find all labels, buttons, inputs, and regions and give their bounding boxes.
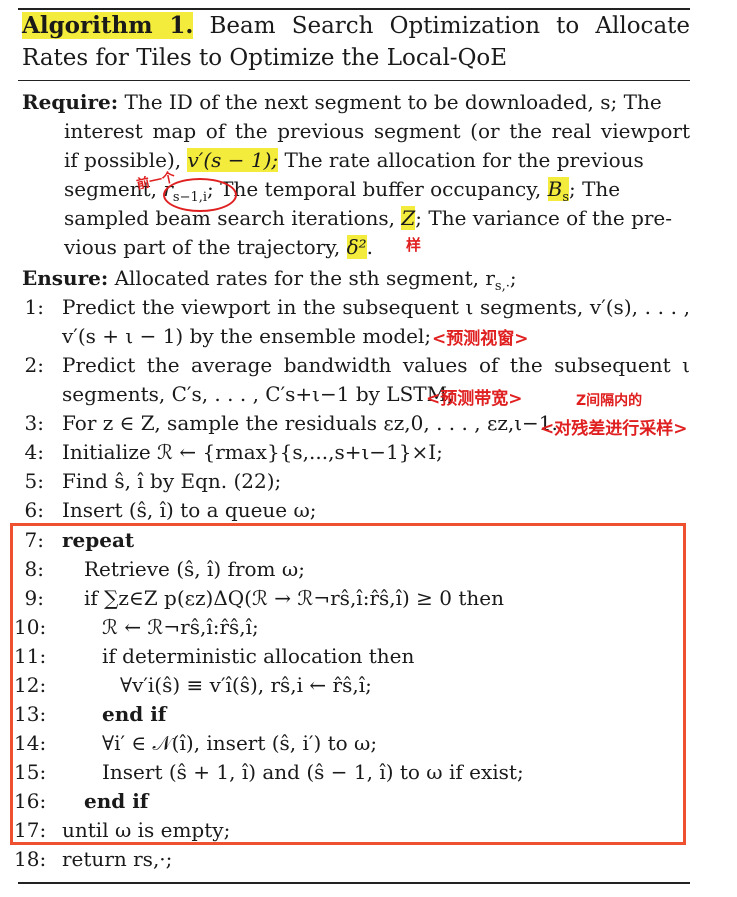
- step-5-text: Find ŝ, î by Eqn. (22);: [62, 469, 282, 493]
- bottom-rule: [18, 882, 690, 884]
- buffer-highlight: Bs: [547, 177, 569, 205]
- require-line-3c: The rate allocation for the previous: [284, 148, 644, 172]
- step-18-text: return rs,·;: [62, 847, 173, 871]
- step-number: 5:: [24, 469, 44, 493]
- step-4-text: Initialize ℛ ← {rmax}{s,...,s+ι−1}×I;: [62, 440, 443, 464]
- step-2-text: Predict the average bandwidth values of …: [62, 353, 690, 377]
- step-6-text: Insert (ŝ, î) to a queue ω;: [62, 498, 317, 522]
- require-line-1: The ID of the next segment to be downloa…: [124, 90, 662, 114]
- require-line-5c: ; The variance of the pre-: [415, 206, 673, 230]
- viewport-highlight: v′(s − 1);: [187, 148, 279, 172]
- require-line-4e: ; The: [568, 177, 621, 201]
- require-line-5a: sampled beam search iterations,: [64, 206, 395, 230]
- annotation-sample-note: 样: [406, 236, 422, 254]
- ensure-end: ;: [509, 266, 517, 290]
- annotation-predict-viewport: <预测视窗>: [432, 329, 529, 349]
- variance-highlight: δ²: [346, 235, 367, 259]
- loop-highlight-box: [10, 523, 686, 845]
- step-1-text: Predict the viewport in the subsequent ι…: [62, 295, 690, 319]
- require-line-6a: vious part of the trajectory,: [64, 235, 341, 259]
- algorithm-label: Algorithm 1.: [22, 12, 194, 39]
- step-number: 4:: [24, 440, 44, 464]
- step-3-text: For z ∈ Z, sample the residuals εz,0, . …: [62, 411, 558, 435]
- step-number: 18:: [14, 847, 47, 871]
- title-rule: [18, 80, 690, 81]
- step-number: 1:: [24, 295, 44, 319]
- algorithm-title: Algorithm 1. Beam Search Optimization to…: [22, 10, 690, 74]
- step-number: 6:: [24, 498, 44, 522]
- ensure-sub: s,·: [494, 279, 510, 294]
- step-number: 3:: [24, 411, 44, 435]
- step-1-cont: v′(s + ι − 1) by the ensemble model;: [62, 324, 432, 348]
- require-line-6c: .: [366, 235, 374, 259]
- annotation-interval: Z间隔内的: [576, 393, 643, 409]
- annotation-predict-bandwidth: <预测带宽>: [426, 389, 523, 409]
- annotation-sample-residual: <对残差进行采样>: [540, 419, 688, 439]
- ensure-keyword: Ensure:: [22, 266, 109, 290]
- step-2-cont: segments, C′s, . . . , C′s+ι−1 by LSTM;: [62, 382, 454, 406]
- require-keyword: Require:: [22, 90, 119, 114]
- iterations-highlight: Z: [401, 206, 416, 230]
- ensure-text: Allocated rates for the sth segment, r: [114, 266, 495, 290]
- step-number: 2:: [24, 353, 44, 377]
- require-line-4c: ; The temporal buffer occupancy,: [207, 177, 542, 201]
- require-line-2: interest map of the previous segment (or…: [64, 119, 690, 143]
